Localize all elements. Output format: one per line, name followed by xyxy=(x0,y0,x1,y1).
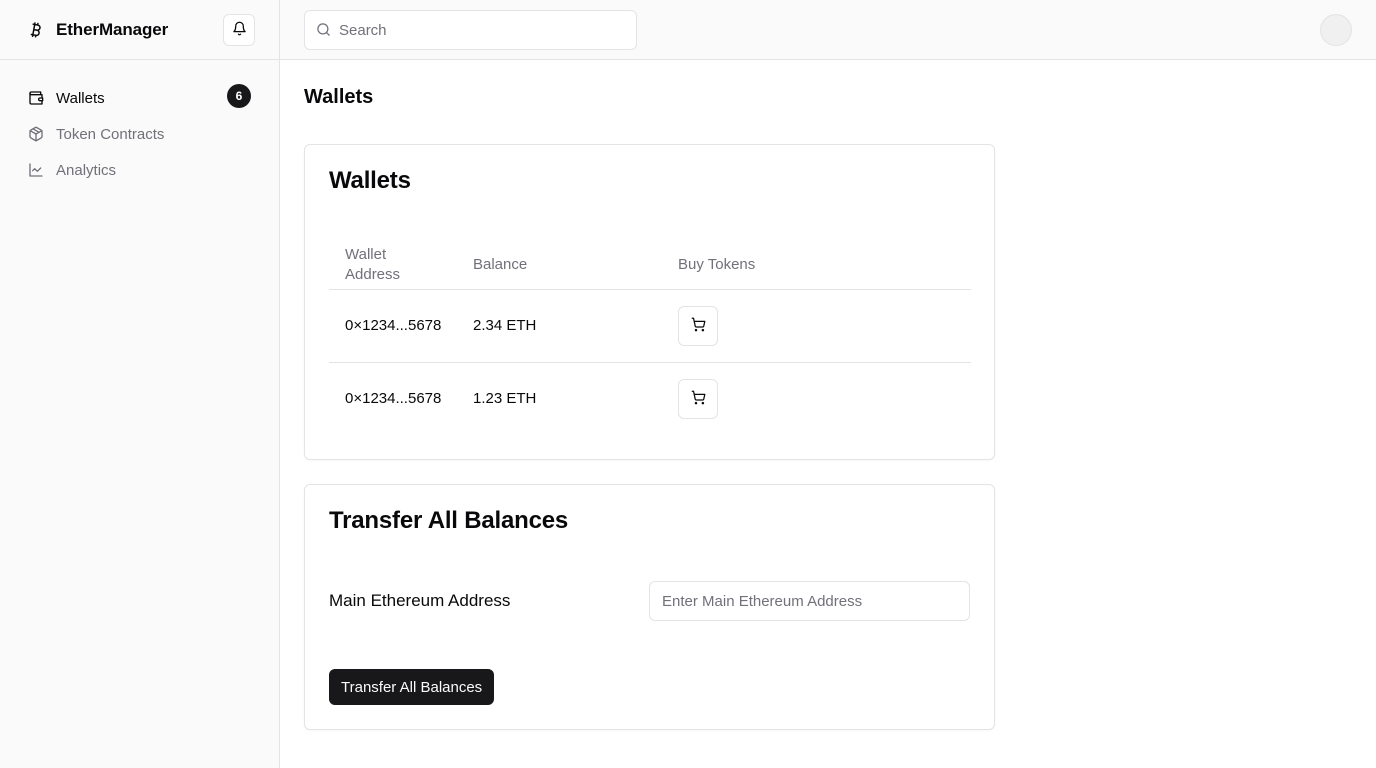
line-chart-icon xyxy=(28,162,44,178)
bell-icon xyxy=(232,21,247,39)
page-title: Wallets xyxy=(304,86,374,108)
transfer-all-button[interactable]: Transfer All Balances xyxy=(329,669,495,705)
sidebar-item-label: Wallets xyxy=(56,89,105,107)
user-avatar[interactable] xyxy=(1320,14,1352,46)
wallets-card: Wallets Wallet Address Balance Buy Token… xyxy=(304,144,995,460)
table-header: Wallet Address Balance Buy Tokens xyxy=(329,240,971,290)
sidebar-item-label: Analytics xyxy=(56,161,117,179)
wallet-address: 0×1234...5678 xyxy=(345,317,442,334)
buy-tokens-button[interactable] xyxy=(678,306,718,346)
app-name: EtherManager xyxy=(56,19,169,39)
search-icon xyxy=(315,21,331,37)
transfer-card: Transfer All Balances Main Ethereum Addr… xyxy=(304,484,995,730)
wallets-card-title: Wallets xyxy=(329,167,411,194)
sidebar-item-analytics[interactable]: Analytics xyxy=(0,152,279,188)
search-box[interactable] xyxy=(304,10,637,50)
wallet-balance: 2.34 ETH xyxy=(473,317,537,334)
package-icon xyxy=(28,126,44,142)
search-input[interactable] xyxy=(339,21,619,39)
sidebar-item-token-contracts[interactable]: Token Contracts xyxy=(0,116,279,152)
wallet-address: 0×1234...5678 xyxy=(345,390,442,407)
shopping-cart-icon xyxy=(691,317,706,335)
column-header-wallet-address: Wallet Address xyxy=(345,246,401,283)
topbar xyxy=(280,0,1376,60)
wallet-icon xyxy=(28,90,44,106)
wallet-balance: 1.23 ETH xyxy=(473,390,537,407)
bitcoin-icon xyxy=(26,20,46,40)
column-header-buy-tokens: Buy Tokens xyxy=(678,256,756,273)
brand[interactable]: EtherManager xyxy=(26,20,168,40)
sidebar-item-label: Token Contracts xyxy=(56,125,165,143)
sidebar: EtherManager Wallets Token Contracts Ana… xyxy=(0,0,280,768)
shopping-cart-icon xyxy=(691,390,706,408)
wallets-table: Wallet Address Balance Buy Tokens 0×1234… xyxy=(329,240,971,436)
table-row: 0×1234...5678 1.23 ETH xyxy=(329,363,971,436)
notifications-button[interactable] xyxy=(223,14,255,46)
buy-tokens-button[interactable] xyxy=(678,379,718,419)
main-address-label: Main Ethereum Address xyxy=(329,591,511,610)
main-address-input[interactable] xyxy=(649,581,970,621)
wallets-count-badge: 6 xyxy=(227,84,251,108)
column-header-balance: Balance xyxy=(473,256,528,273)
table-row: 0×1234...5678 2.34 ETH xyxy=(329,290,971,363)
transfer-card-title: Transfer All Balances xyxy=(329,507,569,534)
sidebar-nav: Wallets Token Contracts Analytics xyxy=(0,60,279,188)
sidebar-header: EtherManager xyxy=(0,0,279,60)
